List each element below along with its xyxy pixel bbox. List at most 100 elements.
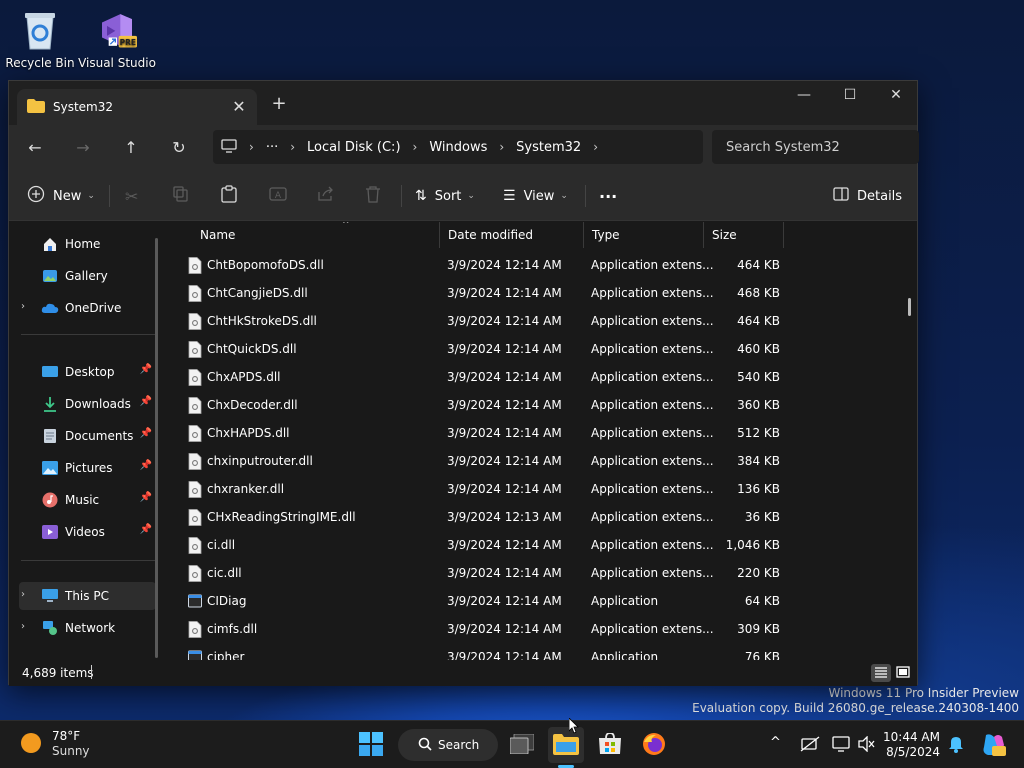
copilot-button[interactable] [980,731,1006,761]
sort-button[interactable]: ⇅ Sort ⌄ [415,181,475,211]
table-row[interactable]: ChtQuickDS.dll 3/9/2024 12:14 AM Applicati… [166,336,786,364]
see-more-button[interactable]: ··· [599,181,617,211]
table-row[interactable]: ChtHkStrokeDS.dll 3/9/2024 12:14 AM Applic… [166,308,786,336]
breadcrumb-more[interactable]: ··· [266,140,278,155]
nav-item-this-pc[interactable]: › This PC [19,582,156,610]
table-row[interactable]: chxinputrouter.dll 3/9/2024 12:14 AM Appli… [166,448,786,476]
taskbar-search[interactable]: Search [398,729,498,761]
chevron-down-icon: ⌄ [87,191,95,201]
table-row[interactable]: ChxDecoder.dll 3/9/2024 12:14 AM Applicati… [166,392,786,420]
taskbar-store[interactable] [592,727,628,763]
tray-volume-muted[interactable] [858,735,876,756]
file-name: ChtQuickDS.dll [207,342,297,356]
tab-system32[interactable]: System32 ✕ [17,89,257,125]
table-row[interactable]: CIDiag 3/9/2024 12:14 AM Application 64 KB [166,588,786,616]
search-icon [418,737,432,754]
chevron-right-icon: › [593,140,599,154]
table-row[interactable]: ChxHAPDS.dll 3/9/2024 12:14 AM Application… [166,420,786,448]
table-row[interactable]: ci.dll 3/9/2024 12:14 AM Application exten… [166,532,786,560]
nav-item-network[interactable]: › Network [19,614,156,642]
taskbar-firefox[interactable] [636,727,672,763]
new-button[interactable]: New ⌄ [27,181,95,211]
tray-network-status[interactable] [800,736,820,756]
new-tab-button[interactable]: + [267,93,291,117]
nav-item-home[interactable]: Home [19,230,156,258]
nav-item-gallery[interactable]: Gallery [19,262,156,290]
table-row[interactable]: ChtCangjieDS.dll 3/9/2024 12:14 AM Applica… [166,280,786,308]
nav-item-documents[interactable]: Documents 📌 [19,422,156,450]
table-row[interactable]: CHxReadingStringIME.dll 3/9/2024 12:13 AM… [166,504,786,532]
nav-item-desktop[interactable]: Desktop 📌 [19,358,156,386]
dll-file-icon [188,453,202,470]
onedrive-cloud-icon [41,299,59,317]
breadcrumb-local-disk[interactable]: Local Disk (C:) [307,140,400,155]
details-view-button[interactable] [871,664,891,682]
column-header-type[interactable]: Type [584,222,704,248]
nav-item-music[interactable]: Music 📌 [19,486,156,514]
table-row[interactable]: cic.dll 3/9/2024 12:14 AM Application exte… [166,560,786,588]
file-date: 3/9/2024 12:14 AM [447,426,562,440]
refresh-button[interactable]: ↻ [163,133,195,163]
details-pane-button[interactable]: Details [833,181,902,211]
cut-button[interactable]: ✂ [125,181,138,211]
up-button[interactable]: ↑ [115,133,147,163]
weather-widget[interactable]: 78°F Sunny [20,729,90,759]
task-view-button[interactable] [504,727,540,763]
back-button[interactable]: ← [19,133,51,163]
paste-button[interactable] [221,181,237,211]
notifications-button[interactable] [948,735,964,757]
desktop-icon-recycle-bin[interactable]: Recycle Bin [0,8,80,70]
pin-icon[interactable]: 📌 [140,524,152,535]
breadcrumb[interactable]: › ··· › Local Disk (C:) › Windows › Syst… [213,130,703,164]
breadcrumb-windows[interactable]: Windows [429,140,487,155]
file-date: 3/9/2024 12:14 AM [447,454,562,468]
copy-button[interactable] [173,181,189,211]
start-button[interactable] [353,727,389,763]
desktop-icon-visual-studio[interactable]: PRE Visual Studio 2022 Preview [77,8,157,71]
nav-scrollbar[interactable] [155,238,158,658]
tray-overflow-button[interactable]: ^ [770,735,781,750]
speaker-muted-icon [858,735,876,756]
breadcrumb-system32[interactable]: System32 [516,140,581,155]
nav-item-videos[interactable]: Videos 📌 [19,518,156,546]
mouse-cursor-icon [569,718,579,734]
file-date: 3/9/2024 12:14 AM [447,258,562,272]
share-button[interactable] [317,181,335,211]
table-row[interactable]: ChxAPDS.dll 3/9/2024 12:14 AM Application … [166,364,786,392]
pin-icon[interactable]: 📌 [140,460,152,471]
file-type: Application extens... [591,342,714,356]
nav-item-pictures[interactable]: Pictures 📌 [19,454,156,482]
maximize-button[interactable]: ☐ [827,81,873,111]
table-row[interactable]: cipher 3/9/2024 12:14 AM Application 76 KB [166,644,786,660]
details-view-icon [874,666,888,681]
column-header-size[interactable]: Size [704,222,784,248]
file-date: 3/9/2024 12:14 AM [447,342,562,356]
tiles-view-button[interactable] [893,664,913,682]
view-button[interactable]: ☰ View ⌄ [503,181,568,211]
sun-icon [20,732,42,757]
nav-item-onedrive[interactable]: › OneDrive [19,294,156,322]
column-header-name[interactable]: ^ Name [192,222,440,248]
tray-display-icon[interactable] [832,736,850,756]
file-type: Application extens... [591,426,714,440]
pin-icon[interactable]: 📌 [140,492,152,503]
column-header-date[interactable]: Date modified [440,222,584,248]
nav-item-downloads[interactable]: Downloads 📌 [19,390,156,418]
file-date: 3/9/2024 12:14 AM [447,622,562,636]
minimize-button[interactable]: — [781,81,827,111]
pin-icon[interactable]: 📌 [140,396,152,407]
clock[interactable]: 10:44 AM 8/5/2024 [882,730,940,760]
file-type: Application extens... [591,398,714,412]
table-row[interactable]: cimfs.dll 3/9/2024 12:14 AM Application ex… [166,616,786,644]
search-input[interactable]: Search System32 [712,130,919,164]
table-row[interactable]: chxranker.dll 3/9/2024 12:14 AM Applicatio… [166,476,786,504]
rename-button[interactable]: A [269,181,287,211]
table-row[interactable]: ChtBopomofoDS.dll 3/9/2024 12:14 AM Applic… [166,252,786,280]
file-list-scrollbar[interactable] [908,298,911,316]
close-button[interactable]: ✕ [873,81,919,111]
pin-icon[interactable]: 📌 [140,428,152,439]
delete-button[interactable] [365,181,381,211]
forward-button[interactable]: → [67,133,99,163]
pin-icon[interactable]: 📌 [140,364,152,375]
tab-close-button[interactable]: ✕ [229,97,249,117]
